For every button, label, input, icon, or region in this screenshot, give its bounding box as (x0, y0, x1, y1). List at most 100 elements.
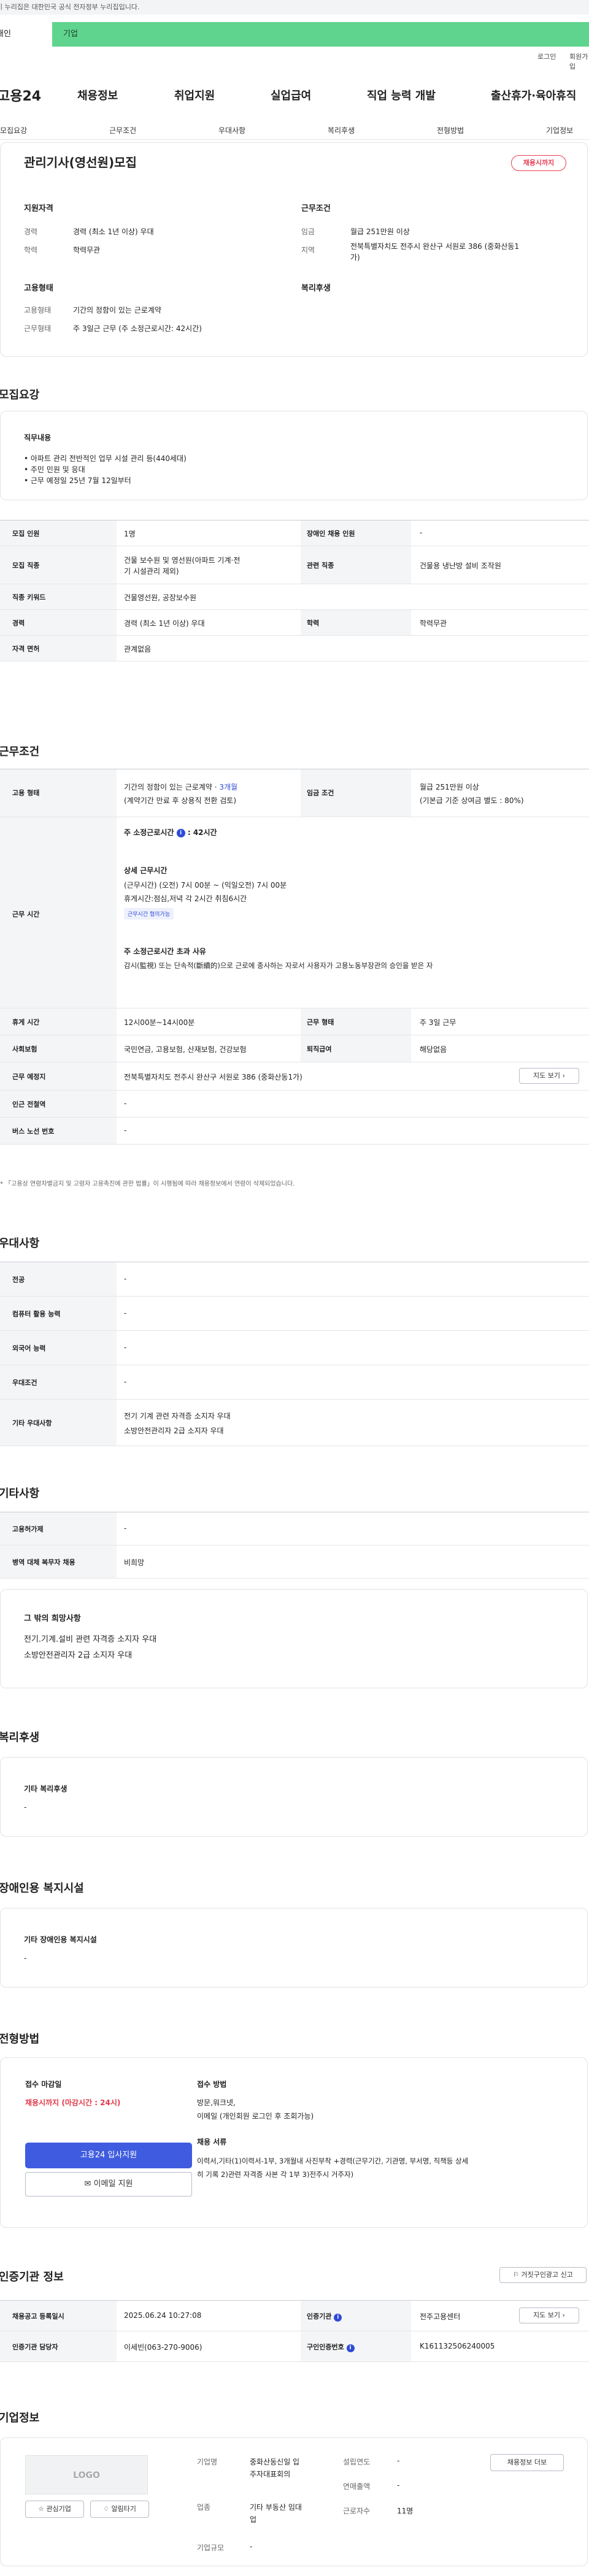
section-title-disabled: 장애인용 복지시설 (0, 1882, 84, 1895)
table-row: 자격 면허 관계없음 (0, 636, 589, 661)
cell-value: 2025.06.24 10:27:08 (124, 2311, 202, 2320)
table-row: 전공 - (0, 1262, 589, 1297)
other-wishes-heading: 그 밖의 희망사항 (24, 1614, 81, 1623)
recruit-table: 모집 인원 1명 장애인 채용 인원 - 모집 직종 건물 보수원 및 영선원(… (0, 520, 589, 661)
alarm-button[interactable]: ♢ 알림타기 (90, 2501, 149, 2518)
founded-label: 설립연도 (343, 2458, 371, 2466)
sales-label: 연매출액 (343, 2482, 371, 2491)
global-nav: 고용24 채용정보 취업지원 실업급여 직업 능력 개발 출산휴가·육아휴직 (0, 77, 589, 112)
map-view-button[interactable]: 지도 보기 › (519, 1068, 579, 1084)
cell-label: 우대조건 (12, 1379, 37, 1387)
section-title-welfare: 복리후생 (0, 1731, 40, 1744)
anchor-work[interactable]: 근무조건 (109, 125, 136, 135)
tab-personal[interactable]: 개인 (0, 22, 52, 47)
cell-label: 인증기관 담당자 (12, 2343, 58, 2351)
other-wishes-line-1: 전기.기계.설비 관련 자격증 소지자 우대 (24, 1635, 157, 1644)
emp-heading: 고용형태 (24, 284, 53, 293)
email-apply-button[interactable]: ✉ 이메일 지원 (25, 2172, 192, 2197)
anchor-company[interactable]: 기업정보 (546, 125, 573, 135)
cell-label: 근무 시간 (12, 910, 40, 918)
other-wishes-card: 그 밖의 희망사항 전기.기계.설비 관련 자격증 소지자 우대 소방안전관리자… (0, 1589, 588, 1688)
table-row: 근무 시간 주 소정근로시간 i : 42시간 상세 근무시간 (근무시간) (… (0, 817, 589, 1008)
cell-value: 주 3일 근무 (420, 1018, 456, 1027)
method-line-2: 이메일 (개인회원 로그인 후 조회가능) (197, 2112, 314, 2121)
cell-label: 인증기관 i (307, 2311, 342, 2322)
table-row: 근무 예정지 전북특별자치도 전주시 완산구 서원로 386 (중화산동1가) … (0, 1062, 589, 1091)
anchor-pref[interactable]: 우대사항 (218, 125, 245, 135)
section-title-other: 기타사항 (0, 1487, 40, 1500)
info-icon[interactable]: i (346, 2344, 355, 2352)
cond-region-value-2: 가) (350, 253, 360, 262)
agency-map-button[interactable]: 지도 보기 › (519, 2307, 579, 2323)
emp-shift-value: 주 3일근 근무 (주 소정근로시간: 42시간) (73, 324, 202, 333)
qual-heading: 지원자격 (24, 204, 53, 213)
cell-label: 경력 (12, 619, 25, 627)
cell-label: 버스 노선 번호 (12, 1127, 55, 1135)
report-icon: ⚐ (513, 2271, 519, 2279)
signup-link[interactable]: 회원가입 (569, 51, 589, 71)
nav-job-training[interactable]: 직업 능력 개발 (367, 87, 436, 103)
tab-company[interactable]: 기업 (52, 22, 589, 47)
nav-employment-support[interactable]: 취업지원 (174, 87, 215, 103)
company-name-label: 기업명 (197, 2458, 218, 2466)
site-logo[interactable]: 고용24 (0, 85, 41, 105)
report-fake-ad-button[interactable]: ⚐ 거짓구인광고 신고 (499, 2267, 587, 2283)
overtime-heading: 주 소정근로시간 초과 사유 (124, 947, 206, 956)
cell-value: - (420, 528, 423, 537)
cell-label: 장애인 채용 인원 (307, 530, 355, 538)
agency-table: 채용공고 등록일시 2025.06.24 10:27:08 인증기관 i 전주고… (0, 2300, 589, 2362)
cell-label: 외국어 능력 (12, 1344, 46, 1352)
gov-banner-text: 이 누리집은 대한민국 공식 전자정부 누리집입니다. (0, 3, 140, 11)
table-row: 기타 우대사항 전기 기계 관련 자격증 소지자 우대 소방안전관리자 2급 소… (0, 1400, 589, 1446)
anchor-recruit[interactable]: 모집요강 (0, 125, 27, 135)
age-note: * 「고용상 연령차별금지 및 고령자 고용촉진에 관한 법률」이 시행됨에 따… (0, 1181, 295, 1187)
cell-value: 1명 (124, 530, 136, 538)
deadline-value: 채용시까지 (마감시간 : 24시) (25, 2098, 121, 2107)
nav-jobs[interactable]: 채용정보 (77, 87, 118, 103)
cell-label: 병역 대체 복무자 채용 (12, 1558, 75, 1566)
sales-value: - (397, 2481, 400, 2490)
emp-shift-label: 근무형태 (24, 324, 52, 333)
duty-heading: 직무내용 (24, 433, 52, 442)
work-emp-value: 기간의 정함이 있는 근로계약 · 3개월 (124, 783, 238, 791)
login-link[interactable]: 로그인 (537, 51, 556, 61)
cond-region-value-1: 전북특별자치도 전주시 완산구 서원로 386 (중화산동1 (350, 242, 520, 251)
table-row: 고용허가제 - (0, 1512, 589, 1545)
section-title-recruit: 모집요강 (0, 389, 40, 402)
cell-label: 채용공고 등록일시 (12, 2312, 64, 2320)
nav-unemployment-benefit[interactable]: 실업급여 (271, 87, 311, 103)
cell-label: 사회보험 (12, 1045, 37, 1053)
welfare-card: 기타 복리후생 - (0, 1757, 588, 1837)
cell-value: 건물용 냉난방 설비 조작원 (420, 562, 501, 570)
company-size-label: 기업규모 (197, 2544, 225, 2552)
cell-label: 모집 직종 (12, 562, 40, 570)
favorite-company-button[interactable]: ☆ 관심기업 (25, 2501, 84, 2518)
info-icon[interactable]: i (334, 2314, 342, 2322)
cell-value: 건물영선원, 공장보수원 (124, 593, 197, 602)
pref-table: 전공 - 컴퓨터 활용 능력 - 외국어 능력 - 우대조건 - 기타 우대사항… (0, 1262, 589, 1446)
wage-bonus: (기본급 기준 상여금 별도 : 80%) (420, 796, 524, 805)
detail-hours-line-2: 휴게시간:점심,저녁 각 2시간 취침6시간 (124, 894, 247, 903)
table-row: 버스 노선 번호 - (0, 1118, 589, 1145)
anchor-selection[interactable]: 전형방법 (437, 125, 464, 135)
table-row: 모집 인원 1명 장애인 채용 인원 - (0, 520, 589, 546)
section-title-selection: 전형방법 (0, 2033, 40, 2046)
work-table: 고용 형태 기간의 정함이 있는 근로계약 · 3개월 (계약기간 만료 후 상… (0, 769, 589, 1145)
nav-parental-leave[interactable]: 출산휴가·육아휴직 (491, 87, 576, 103)
apply-button[interactable]: 고용24 입사지원 (25, 2143, 192, 2168)
cell-label: 컴퓨터 활용 능력 (12, 1310, 61, 1318)
info-icon[interactable]: i (176, 828, 185, 837)
company-jobs-button[interactable]: 채용정보 더보 (490, 2454, 564, 2471)
cell-label: 근무 형태 (307, 1018, 334, 1026)
cond-wage-value: 월급 251만원 이상 (350, 227, 410, 236)
anchor-welfare[interactable]: 복리후생 (328, 125, 355, 135)
cond-wage-label: 임금 (301, 227, 315, 236)
section-title-pref: 우대사항 (0, 1237, 40, 1250)
pref-etc-line-1: 전기 기계 관련 자격증 소지자 우대 (124, 1412, 231, 1420)
deadline-label: 접수 마감일 (25, 2080, 62, 2089)
work-emp-note: (계약기간 만료 후 상용직 전환 검토) (124, 796, 236, 805)
table-row: 우대조건 - (0, 1365, 589, 1400)
table-row: 컴퓨터 활용 능력 - (0, 1297, 589, 1331)
duty-line-2: • 주민 민원 및 응대 (24, 465, 85, 474)
cell-label: 근무 예정지 (12, 1073, 46, 1081)
